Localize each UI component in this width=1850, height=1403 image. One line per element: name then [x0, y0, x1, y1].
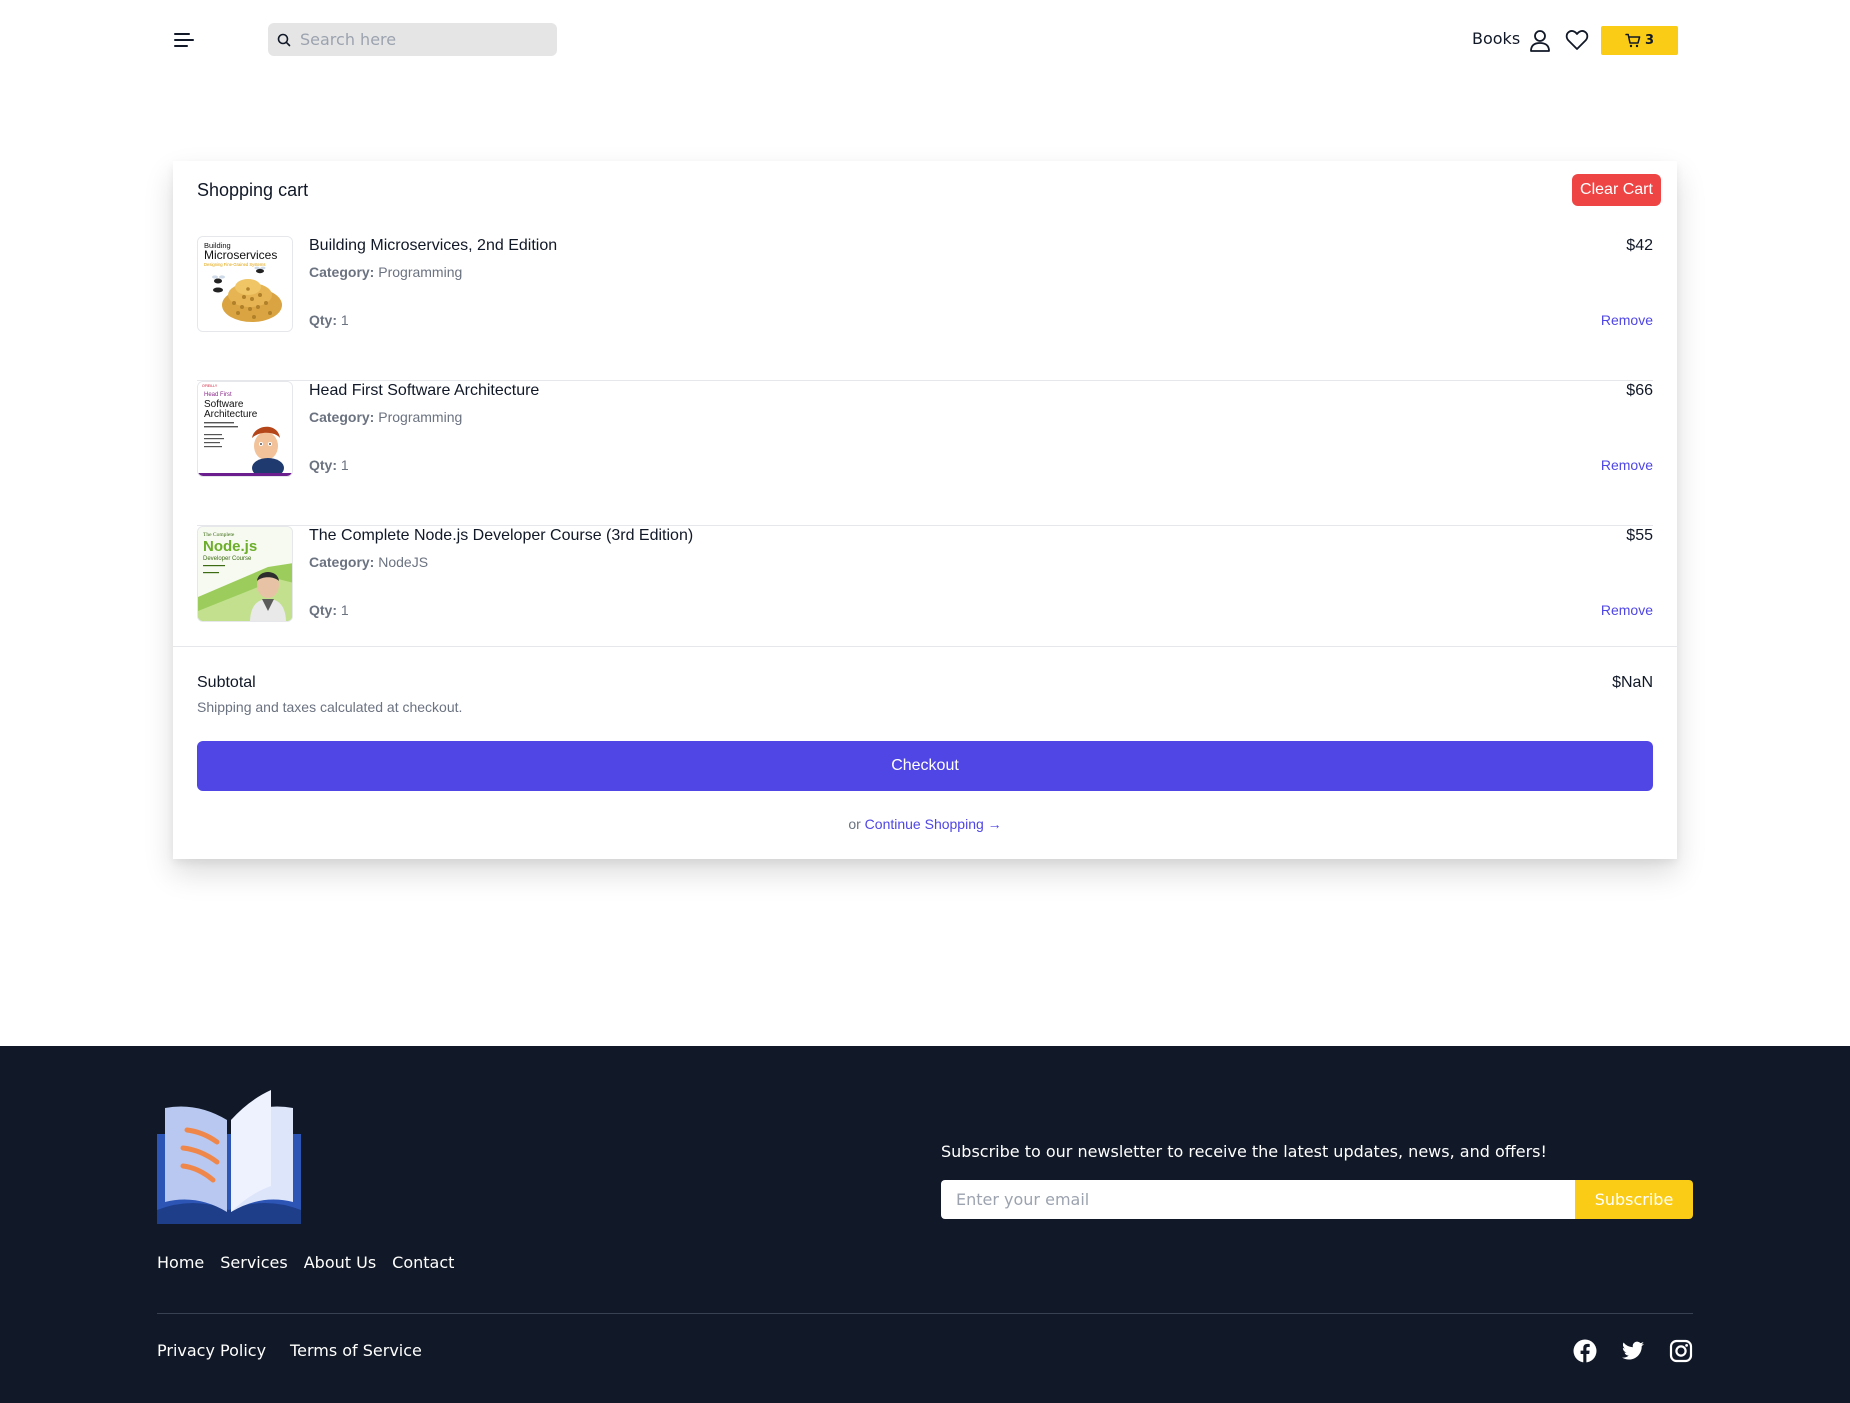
checkout-button[interactable]: Checkout — [197, 741, 1653, 791]
item-price: $66 — [1626, 382, 1653, 399]
user-icon[interactable] — [1529, 29, 1551, 53]
subtotal-value: $NaN — [1612, 674, 1653, 691]
shipping-note: Shipping and taxes calculated at checkou… — [197, 699, 463, 715]
cover-line-2: Node.js — [203, 538, 257, 555]
clear-cart-button[interactable]: Clear Cart — [1572, 174, 1661, 206]
remove-item-button[interactable]: Remove — [1601, 312, 1653, 328]
item-quantity: Qty: 1 — [309, 312, 349, 328]
heart-icon[interactable] — [1565, 29, 1589, 51]
cart-button[interactable]: 3 — [1601, 26, 1678, 55]
facebook-icon[interactable] — [1573, 1339, 1597, 1363]
nav-books-link[interactable]: Books — [1472, 29, 1520, 48]
search-box — [268, 23, 557, 56]
item-quantity: Qty: 1 — [309, 602, 349, 618]
item-price: $55 — [1626, 527, 1653, 544]
footer-nav: Home Services About Us Contact — [157, 1253, 454, 1272]
item-category: Category: Programming — [309, 264, 463, 280]
remove-item-button[interactable]: Remove — [1601, 602, 1653, 618]
cover-series: Head First — [204, 392, 232, 398]
privacy-policy-link[interactable]: Privacy Policy — [157, 1341, 266, 1360]
subtotal-label: Subtotal — [197, 674, 256, 691]
footer-link-home[interactable]: Home — [157, 1253, 204, 1272]
shopping-cart-panel: Shopping cart Clear Cart Building Micros… — [173, 161, 1677, 859]
continue-shopping-link[interactable]: Continue Shopping → — [865, 816, 1002, 832]
cover-line-2: Microservices — [204, 248, 277, 262]
cart-title: Shopping cart — [197, 180, 309, 200]
remove-item-button[interactable]: Remove — [1601, 457, 1653, 473]
item-title: Building Microservices, 2nd Edition — [309, 237, 558, 254]
cart-count-badge: 3 — [1644, 33, 1655, 48]
book-cover-image: Building Microservices Designing Fine-Gr… — [197, 236, 293, 332]
item-title: The Complete Node.js Developer Course (3… — [309, 527, 694, 544]
book-cover-image: O'REILLY Head First Software Architectur… — [197, 381, 293, 477]
book-cover-image: The Complete Node.js Developer Course — [197, 526, 293, 622]
footer-link-about[interactable]: About Us — [304, 1253, 376, 1272]
subscribe-button[interactable]: Subscribe — [1575, 1180, 1693, 1219]
twitter-icon[interactable] — [1621, 1339, 1645, 1363]
continue-shopping-line: or Continue Shopping → — [173, 816, 1677, 832]
footer-link-contact[interactable]: Contact — [392, 1253, 454, 1272]
item-category: Category: Programming — [309, 409, 463, 425]
search-icon — [277, 33, 291, 47]
cover-line-2: Architecture — [204, 409, 258, 420]
cart-item: O'REILLY Head First Software Architectur… — [197, 381, 1653, 526]
book-logo-icon[interactable] — [157, 1090, 301, 1224]
item-category: Category: NodeJS — [309, 554, 429, 570]
instagram-icon[interactable] — [1669, 1339, 1693, 1363]
footer-divider — [157, 1313, 1693, 1314]
terms-of-service-link[interactable]: Terms of Service — [290, 1341, 422, 1360]
site-footer: Home Services About Us Contact Subscribe… — [0, 1046, 1850, 1403]
cover-publisher: O'REILLY — [202, 384, 218, 388]
cart-item: The Complete Node.js Developer Course Th… — [197, 526, 1653, 671]
top-header: Books 3 — [0, 0, 1850, 80]
search-input[interactable] — [300, 23, 550, 56]
newsletter-text: Subscribe to our newsletter to receive t… — [941, 1142, 1547, 1161]
item-price: $42 — [1626, 237, 1653, 254]
menu-icon[interactable] — [172, 28, 196, 52]
cart-item: Building Microservices Designing Fine-Gr… — [197, 236, 1653, 381]
cover-line-3: Developer Course — [203, 556, 252, 562]
item-title: Head First Software Architecture — [309, 382, 540, 399]
footer-link-services[interactable]: Services — [220, 1253, 287, 1272]
cover-line-3: Designing Fine-Grained Systems — [204, 262, 265, 267]
newsletter-email-input[interactable] — [941, 1180, 1575, 1219]
cart-items-list: Building Microservices Designing Fine-Gr… — [197, 236, 1653, 671]
footer-legal: Privacy Policy Terms of Service — [157, 1341, 422, 1360]
cart-icon — [1625, 33, 1641, 48]
item-quantity: Qty: 1 — [309, 457, 349, 473]
continue-prefix: or — [848, 816, 861, 832]
summary-divider — [173, 646, 1677, 647]
